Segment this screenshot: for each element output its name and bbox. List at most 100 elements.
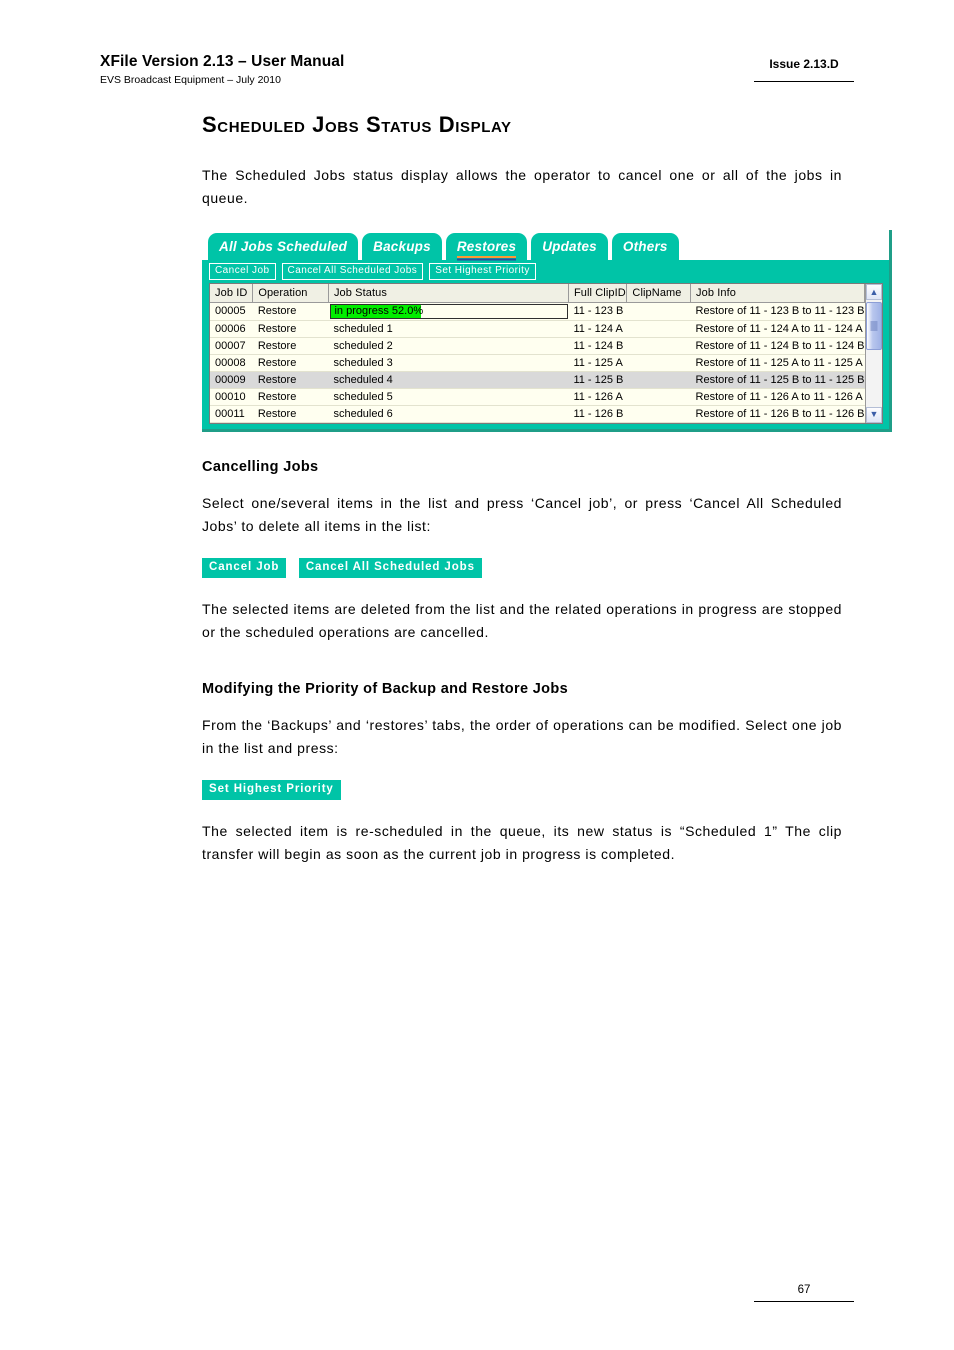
cell-job-info: Restore of 11 - 123 B to 11 - 123 B xyxy=(690,302,865,321)
tab-label: Others xyxy=(622,239,668,254)
jobs-table: Job ID Operation Job Status Full ClipID … xyxy=(210,284,865,423)
cell-operation: Restore xyxy=(252,354,329,372)
column-header-job-status[interactable]: Job Status xyxy=(328,284,569,303)
cell-job-id: 00007 xyxy=(210,337,253,355)
priority-button-figure: Set Highest Priority xyxy=(202,779,842,800)
table-row[interactable]: 00008 Restore scheduled 3 11 - 125 A Res… xyxy=(210,354,865,372)
table-header-row: Job ID Operation Job Status Full ClipID … xyxy=(210,284,865,303)
cell-clipname xyxy=(626,337,691,355)
modifying-priority-paragraph: From the ‘Backups’ and ‘restores’ tabs, … xyxy=(202,716,842,756)
table-row[interactable]: 00007 Restore scheduled 2 11 - 124 B Res… xyxy=(210,337,865,355)
tab-label: Backups xyxy=(373,239,431,254)
cell-job-status: scheduled 1 xyxy=(328,320,569,338)
scheduled-jobs-screenshot: All Jobs Scheduled Backups Restores Upda… xyxy=(202,230,892,432)
cell-full-clipid: 11 - 124 A xyxy=(568,320,627,338)
header-right-block: Issue 2.13.D xyxy=(754,56,854,82)
cell-full-clipid: 11 - 126 B xyxy=(568,405,627,423)
column-header-job-id[interactable]: Job ID xyxy=(210,284,254,303)
cancelling-jobs-paragraph: Select one/several items in the list and… xyxy=(202,494,842,534)
cell-operation: Restore xyxy=(252,388,329,406)
cell-job-info: Restore of 11 - 124 B to 11 - 124 B xyxy=(690,337,865,355)
vertical-scrollbar[interactable]: ▲ ▼ xyxy=(865,284,882,423)
tab-backups[interactable]: Backups xyxy=(362,233,442,260)
cell-job-status: scheduled 6 xyxy=(328,405,569,423)
table-row[interactable]: 00006 Restore scheduled 1 11 - 124 A Res… xyxy=(210,320,865,338)
cell-job-info: Restore of 11 - 124 A to 11 - 124 A xyxy=(690,320,865,338)
cell-job-info: Restore of 11 - 126 A to 11 - 126 A xyxy=(690,388,865,406)
section-heading-modifying-priority: Modifying the Priority of Backup and Res… xyxy=(202,680,568,697)
tab-label: Restores xyxy=(456,239,517,258)
cancelling-jobs-result-paragraph: The selected items are deleted from the … xyxy=(202,600,842,640)
cell-clipname xyxy=(626,302,691,321)
cell-operation: Restore xyxy=(252,405,329,423)
cell-full-clipid: 11 - 125 A xyxy=(568,354,627,372)
screenshot-tab-bar: All Jobs Scheduled Backups Restores Upda… xyxy=(202,230,889,260)
cell-clipname xyxy=(626,405,691,423)
cancel-job-button[interactable]: Cancel Job xyxy=(209,263,276,280)
tab-label: All Jobs Scheduled xyxy=(219,239,348,254)
scrollbar-track[interactable] xyxy=(866,300,882,407)
page-footer: 67 xyxy=(754,1283,854,1302)
cell-job-id: 00011 xyxy=(210,405,253,423)
progress-bar: in progress 52.0% xyxy=(330,303,569,319)
cell-operation: Restore xyxy=(252,371,329,389)
cell-job-status: in progress 52.0% xyxy=(328,302,569,321)
issue-label: Issue 2.13.D xyxy=(769,57,839,71)
cell-full-clipid: 11 - 123 B xyxy=(568,302,627,321)
set-highest-priority-button[interactable]: Set Highest Priority xyxy=(429,263,536,280)
cell-job-id: 00008 xyxy=(210,354,253,372)
manual-subtitle: EVS Broadcast Equipment – July 2010 xyxy=(100,74,281,86)
scrollbar-grip-icon xyxy=(870,321,878,331)
page-header: XFile Version 2.13 – User Manual EVS Bro… xyxy=(0,52,954,100)
table-row[interactable]: 00005 Restore in progress 52.0% 11 - 123… xyxy=(210,302,865,321)
progress-percent-sign: % xyxy=(413,304,424,317)
column-header-full-clipid[interactable]: Full ClipID xyxy=(568,284,628,303)
scrollbar-thumb[interactable] xyxy=(866,302,882,350)
header-rule xyxy=(754,81,854,82)
cell-clipname xyxy=(626,371,691,389)
cell-full-clipid: 11 - 125 B xyxy=(568,371,627,389)
column-header-operation[interactable]: Operation xyxy=(252,284,329,303)
tab-all-jobs-scheduled[interactable]: All Jobs Scheduled xyxy=(208,233,359,260)
cell-job-info: Restore of 11 - 125 A to 11 - 125 A xyxy=(690,354,865,372)
tab-restores[interactable]: Restores xyxy=(445,233,528,260)
footer-rule xyxy=(754,1301,854,1302)
cell-clipname xyxy=(626,320,691,338)
cell-full-clipid: 11 - 126 A xyxy=(568,388,627,406)
tab-others[interactable]: Others xyxy=(611,233,679,260)
cell-job-id: 00010 xyxy=(210,388,253,406)
progress-bar-label: in progress 52.0% xyxy=(334,305,423,317)
cell-job-id: 00009 xyxy=(210,371,253,389)
column-header-clipname[interactable]: ClipName xyxy=(626,284,692,303)
table-row[interactable]: 00011 Restore scheduled 6 11 - 126 B Res… xyxy=(210,405,865,423)
cell-job-status: scheduled 4 xyxy=(328,371,569,389)
screenshot-toolbar: Cancel Job Cancel All Scheduled Jobs Set… xyxy=(202,260,889,283)
table-row-selected[interactable]: 00009 Restore scheduled 4 11 - 125 B Res… xyxy=(210,371,865,389)
cell-operation: Restore xyxy=(252,337,329,355)
progress-status-text: in progress 52.0 xyxy=(334,304,414,317)
figure-cancel-all-scheduled-jobs-button[interactable]: Cancel All Scheduled Jobs xyxy=(298,557,482,578)
modifying-priority-result-paragraph: The selected item is re-scheduled in the… xyxy=(202,822,842,862)
scroll-down-icon[interactable]: ▼ xyxy=(866,406,882,423)
tab-label: Updates xyxy=(542,239,597,254)
section-heading-cancelling-jobs: Cancelling Jobs xyxy=(202,458,319,475)
scroll-up-icon[interactable]: ▲ xyxy=(866,284,882,300)
column-header-job-info[interactable]: Job Info xyxy=(690,284,865,303)
cell-job-status: scheduled 3 xyxy=(328,354,569,372)
jobs-grid-container: Job ID Operation Job Status Full ClipID … xyxy=(209,283,883,424)
cell-job-status: scheduled 5 xyxy=(328,388,569,406)
manual-title: XFile Version 2.13 – User Manual xyxy=(100,53,345,70)
cell-job-id: 00005 xyxy=(210,302,253,321)
cell-clipname xyxy=(626,354,691,372)
table-row[interactable]: 00010 Restore scheduled 5 11 - 126 A Res… xyxy=(210,388,865,406)
cell-operation: Restore xyxy=(252,302,329,321)
tab-updates[interactable]: Updates xyxy=(531,233,608,260)
cancel-all-scheduled-jobs-button[interactable]: Cancel All Scheduled Jobs xyxy=(281,263,424,280)
cell-job-info: Restore of 11 - 125 B to 11 - 125 B xyxy=(690,371,865,389)
header-left-block: XFile Version 2.13 – User Manual EVS Bro… xyxy=(100,52,344,88)
page-title: Scheduled Jobs Status Display xyxy=(202,112,512,137)
figure-cancel-job-button[interactable]: Cancel Job xyxy=(202,557,287,578)
document-content: Scheduled Jobs Status Display The Schedu… xyxy=(202,112,892,866)
figure-set-highest-priority-button[interactable]: Set Highest Priority xyxy=(202,779,341,800)
